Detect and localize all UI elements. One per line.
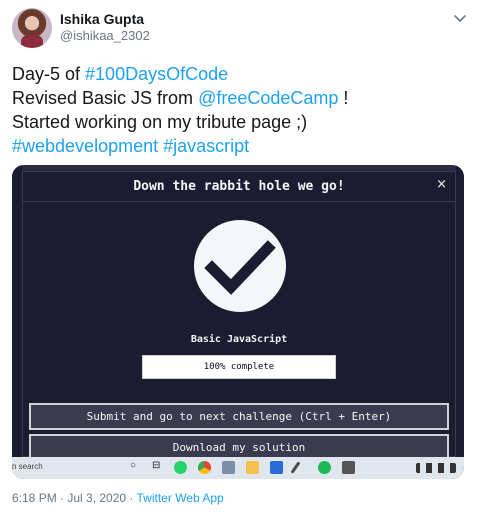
background-editor-strip	[12, 165, 22, 457]
pen-icon[interactable]	[290, 461, 301, 474]
challenge-name: Basic JavaScript	[190, 334, 288, 345]
completion-modal: Down the rabbit hole we go! × Basic Java…	[22, 171, 456, 462]
tweet-timestamp[interactable]: 6:18 PM · Jul 3, 2020 ·	[12, 491, 137, 505]
calculator-icon[interactable]	[342, 461, 355, 474]
app-icon[interactable]	[222, 461, 235, 474]
submit-next-challenge-button[interactable]: Submit and go to next challenge (Ctrl + …	[29, 403, 449, 430]
tweet-metadata: 6:18 PM · Jul 3, 2020 · Twitter Web App	[12, 491, 224, 505]
tweet-line-3: Started working on my tribute page ;)	[12, 112, 308, 132]
avatar[interactable]	[12, 8, 52, 48]
progress-label: 100% complete	[203, 362, 275, 372]
author-name[interactable]: Ishika Gupta	[60, 11, 144, 27]
tweet-text-fragment: !	[338, 88, 349, 108]
tweet-line-1: Day-5 of #100DaysOfCode	[12, 62, 472, 86]
chevron-down-icon[interactable]	[452, 10, 468, 26]
windows-taskbar: n search ○ ⊟	[12, 457, 464, 479]
tweet-line-2: Revised Basic JS from @freeCodeCamp !	[12, 86, 472, 110]
cortana-icon[interactable]: ○	[130, 460, 136, 471]
checkmark-icon	[194, 220, 286, 312]
spotify-icon[interactable]	[318, 461, 331, 474]
task-view-icon[interactable]: ⊟	[152, 460, 160, 471]
tweet-text: Day-5 of #100DaysOfCode Revised Basic JS…	[12, 62, 472, 158]
taskbar-search[interactable]: n search	[12, 462, 43, 471]
hashtag-100daysofcode[interactable]: #100DaysOfCode	[85, 64, 228, 84]
progress-bar: 100% complete	[142, 355, 336, 379]
tweet-source[interactable]: Twitter Web App	[137, 491, 224, 505]
tweet-text-fragment: Day-5 of	[12, 64, 86, 84]
file-explorer-icon[interactable]	[246, 461, 259, 474]
tweet-media-screenshot[interactable]: Down the rabbit hole we go! × Basic Java…	[12, 165, 464, 479]
system-tray-icons[interactable]	[416, 463, 456, 473]
store-icon[interactable]	[270, 461, 283, 474]
hashtag-webdevelopment[interactable]: #webdevelopment	[12, 136, 158, 156]
whatsapp-icon[interactable]	[174, 461, 187, 474]
mention-freecodecamp[interactable]: @freeCodeCamp	[198, 88, 338, 108]
tweet-text-fragment: Revised Basic JS from	[12, 88, 199, 108]
background-editor-strip	[456, 165, 464, 457]
author-handle[interactable]: @ishikaa_2302	[60, 28, 150, 43]
modal-header: Down the rabbit hole we go! ×	[23, 172, 455, 202]
chrome-icon[interactable]	[198, 461, 211, 474]
hashtag-javascript[interactable]: #javascript	[163, 136, 249, 156]
tweet-line-4: #webdevelopment #javascript	[12, 134, 472, 158]
modal-title: Down the rabbit hole we go!	[133, 179, 345, 194]
close-icon[interactable]: ×	[436, 177, 447, 192]
